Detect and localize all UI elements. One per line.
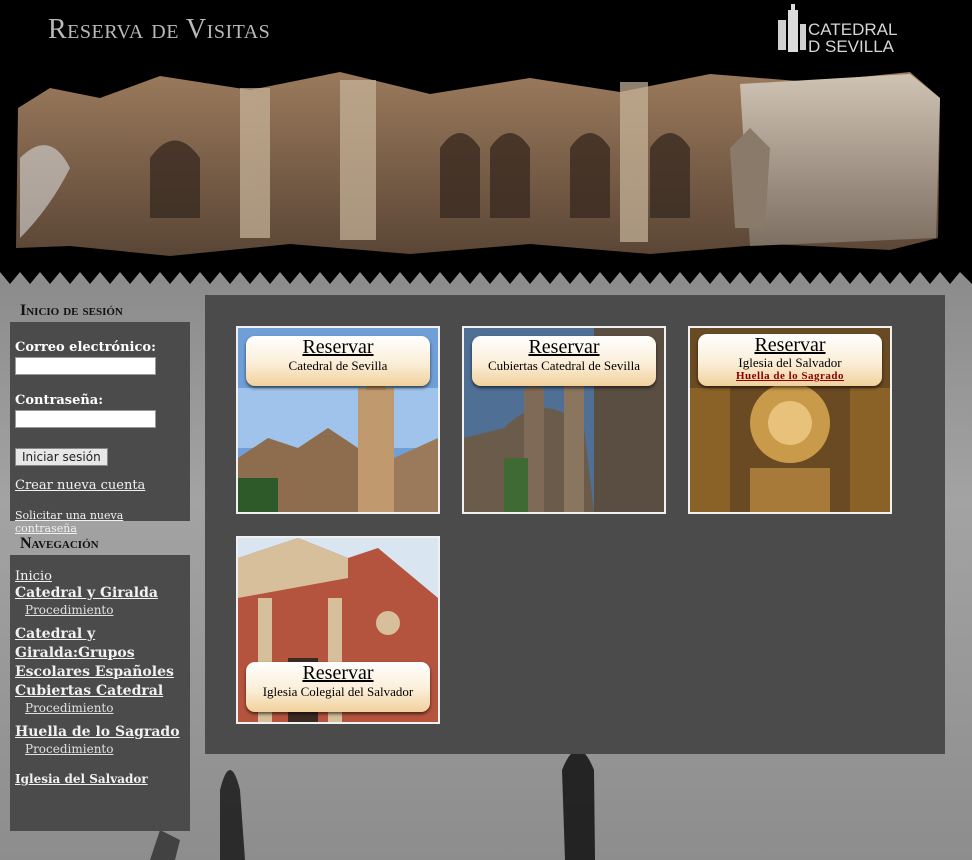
login-form: Correo electrónico: Contraseña: Iniciar …: [10, 322, 190, 535]
tile-label: Catedral de Sevilla: [288, 358, 388, 373]
password-label: Contraseña:: [15, 393, 104, 408]
tile-colegial-salvador[interactable]: Reservar Iglesia Colegial del Salvador: [236, 536, 440, 724]
sidebar: Inicio de sesión Correo electrónico: Con…: [10, 296, 190, 831]
reserve-badge-4: Reservar Iglesia Colegial del Salvador: [246, 662, 430, 712]
nav-item-cubiertas[interactable]: Cubiertas Catedral: [15, 682, 185, 701]
banner-image: [16, 72, 940, 256]
tile-label: Iglesia Colegial del Salvador: [262, 684, 414, 699]
highlight-label[interactable]: Huella de lo Sagrado: [698, 370, 882, 382]
nav-item-salvador[interactable]: Iglesia del Salvador: [15, 772, 185, 786]
login-block-title: Inicio de sesión: [20, 302, 123, 319]
nav-item-catedral-giralda[interactable]: Catedral y Giralda: [15, 584, 185, 603]
password-field[interactable]: [15, 410, 156, 428]
tile-cubiertas[interactable]: Reservar Cubiertas Catedral de Sevilla: [462, 326, 666, 514]
reserve-badge-3: Reservar Iglesia del Salvador Huella de …: [698, 334, 882, 386]
reservar-link[interactable]: Reservar: [246, 662, 430, 684]
tile-label: Iglesia del Salvador: [738, 355, 842, 370]
navigation-menu: Inicio Catedral y Giralda Procedimiento …: [10, 555, 190, 831]
email-field[interactable]: [15, 357, 156, 375]
decorative-border: [0, 262, 972, 284]
reservar-link[interactable]: Reservar: [246, 336, 430, 358]
catedral-logo[interactable]: CATEDRAL D SEVILLA: [776, 2, 906, 54]
reserve-badge-2: Reservar Cubiertas Catedral de Sevilla: [472, 336, 656, 386]
nav-subitem-procedimiento-2[interactable]: Procedimiento: [15, 701, 185, 715]
reservar-link[interactable]: Reservar: [472, 336, 656, 358]
site-header: Reserva de Visitas CATEDRAL D SEVILLA: [0, 0, 972, 262]
create-account-link[interactable]: Crear nueva cuenta: [15, 478, 185, 493]
reserve-badge-1: Reservar Catedral de Sevilla: [246, 336, 430, 386]
nav-item-huella[interactable]: Huella de lo Sagrado: [15, 723, 185, 742]
nav-subitem-procedimiento-3[interactable]: Procedimiento: [15, 742, 185, 756]
nav-item-grupos-escolares[interactable]: Catedral y Giralda:Grupos Escolares Espa…: [15, 625, 185, 682]
nav-item-home[interactable]: Inicio: [15, 569, 185, 584]
tile-catedral[interactable]: Reservar Catedral de Sevilla: [236, 326, 440, 514]
reservar-link[interactable]: Reservar: [698, 334, 882, 356]
tile-salvador-huella[interactable]: Reservar Iglesia del Salvador Huella de …: [688, 326, 892, 514]
tile-label: Cubiertas Catedral de Sevilla: [488, 358, 640, 373]
svg-text:D SEVILLA: D SEVILLA: [808, 37, 895, 54]
login-button[interactable]: Iniciar sesión: [15, 448, 108, 466]
nav-subitem-procedimiento-1[interactable]: Procedimiento: [15, 603, 185, 617]
main-content: Reservar Catedral de Sevilla Reservar Cu…: [205, 295, 945, 754]
email-label: Correo electrónico:: [15, 340, 156, 355]
site-title[interactable]: Reserva de Visitas: [48, 14, 270, 46]
